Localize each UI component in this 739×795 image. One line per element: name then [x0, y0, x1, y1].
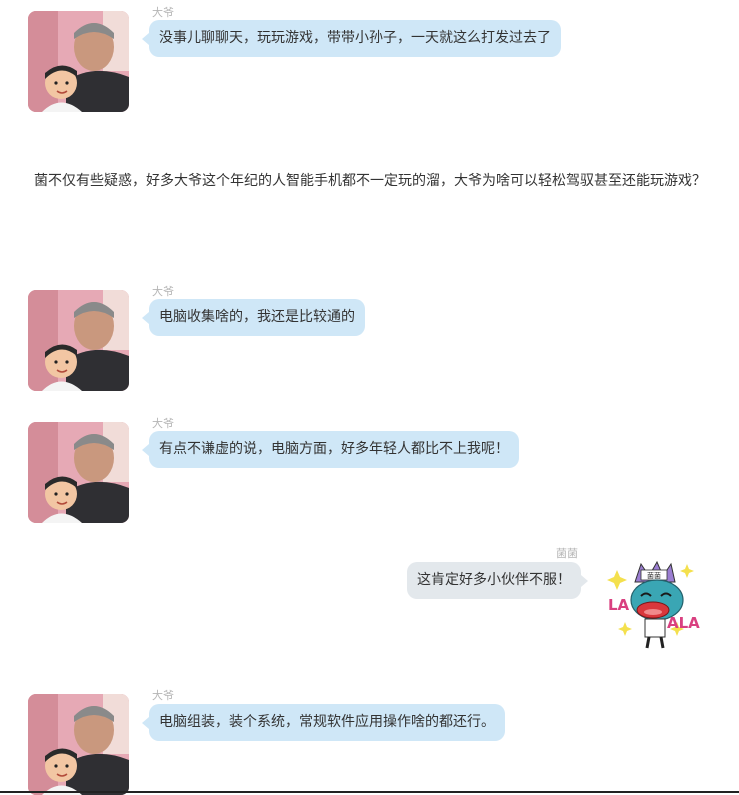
- speaker-name: 大爷: [152, 689, 174, 702]
- divider: [0, 791, 739, 793]
- article-paragraph: 菌不仅有些疑惑，好多大爷这个年纪的人智能手机都不一定玩的溜，大爷为啥可以轻松驾驭…: [34, 173, 706, 189]
- message-bubble: 电脑组装，装个系统，常规软件应用操作啥的都还行。: [142, 704, 505, 741]
- message-bubble: 电脑收集啥的，我还是比较通的: [142, 299, 365, 336]
- speaker-name: 菌菌: [556, 547, 578, 560]
- grandpa-with-grandson-photo: [28, 422, 129, 523]
- sticker-text-right: ALA: [667, 614, 700, 632]
- avatar[interactable]: [28, 11, 129, 112]
- speaker-name: 大爷: [152, 285, 174, 298]
- sticker-hat-text: 菌菌: [647, 571, 661, 580]
- sticker-image: 菌菌 LA ALA: [607, 560, 700, 649]
- avatar[interactable]: [28, 290, 129, 391]
- message-bubble: 有点不谦虚的说，电脑方面，好多年轻人都比不上我呢！: [142, 431, 519, 468]
- message-bubble: 这肯定好多小伙伴不服！: [407, 562, 588, 599]
- speaker-name: 大爷: [152, 417, 174, 430]
- speaker-name: 大爷: [152, 6, 174, 19]
- message-bubble: 没事儿聊聊天，玩玩游戏，带带小孙子，一天就这么打发过去了: [142, 20, 561, 57]
- grandpa-with-grandson-photo: [28, 290, 129, 391]
- grandpa-with-grandson-photo: [28, 694, 129, 795]
- grandpa-with-grandson-photo: [28, 11, 129, 112]
- laughing-monster-sticker[interactable]: 菌菌 LA ALA: [605, 556, 705, 654]
- avatar[interactable]: [28, 694, 129, 795]
- sticker-text-left: LA: [608, 596, 630, 614]
- avatar[interactable]: [28, 422, 129, 523]
